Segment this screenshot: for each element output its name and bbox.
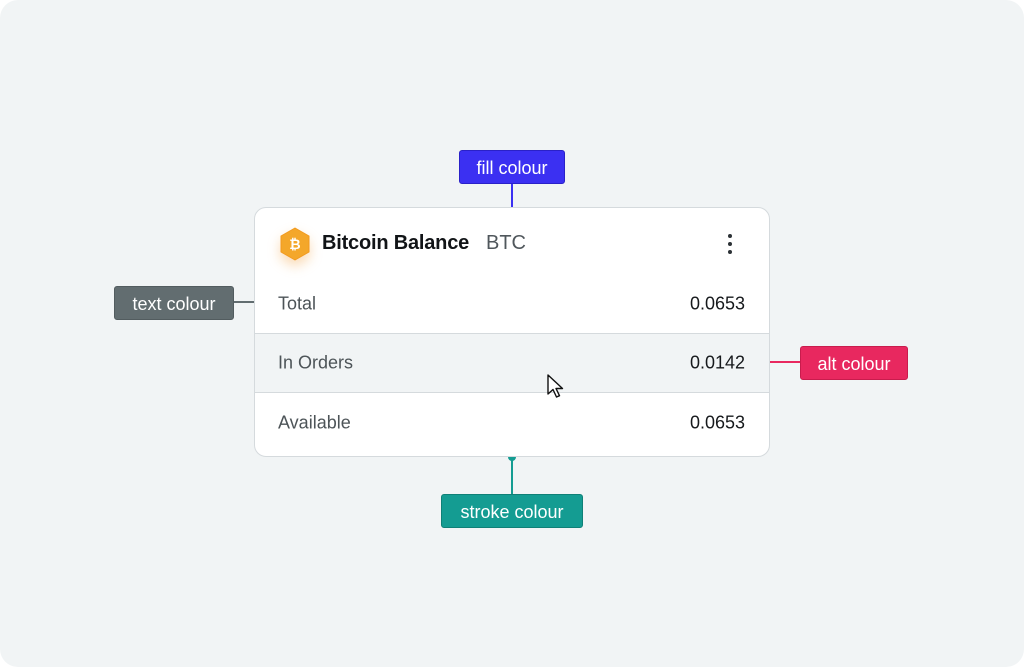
more-options-button[interactable] <box>717 230 743 258</box>
card-header: ₿ Bitcoin Balance BTC <box>255 208 769 280</box>
stroke-connector <box>511 459 513 494</box>
row-label: In Orders <box>278 352 354 373</box>
vertical-dots-icon <box>728 242 732 246</box>
row-value: 0.0653 <box>689 412 745 433</box>
row-value: 0.0653 <box>689 293 745 314</box>
balance-row-in-orders[interactable]: In Orders 0.0142 <box>255 333 769 393</box>
vertical-dots-icon <box>728 234 732 238</box>
bitcoin-balance-card: ₿ Bitcoin Balance BTC Total 0.0653 In Or… <box>254 207 770 457</box>
row-value: 0.0142 <box>689 352 745 373</box>
fill-colour-tag: fill colour <box>459 150 565 184</box>
vertical-dots-icon <box>728 250 732 254</box>
alt-connector <box>766 361 800 363</box>
row-label: Total <box>278 293 317 314</box>
card-ticker: BTC <box>486 232 526 254</box>
mouse-cursor-icon <box>546 374 566 402</box>
text-colour-tag: text colour <box>114 286 234 320</box>
row-label: Available <box>278 412 351 433</box>
stroke-colour-tag: stroke colour <box>441 494 583 528</box>
svg-text:₿: ₿ <box>289 237 300 253</box>
balance-row-total: Total 0.0653 <box>255 274 769 334</box>
card-title: Bitcoin Balance <box>322 232 470 254</box>
alt-colour-tag: alt colour <box>800 346 908 380</box>
balance-row-available: Available 0.0653 <box>255 393 769 453</box>
bitcoin-coin-icon: ₿ <box>279 227 311 261</box>
